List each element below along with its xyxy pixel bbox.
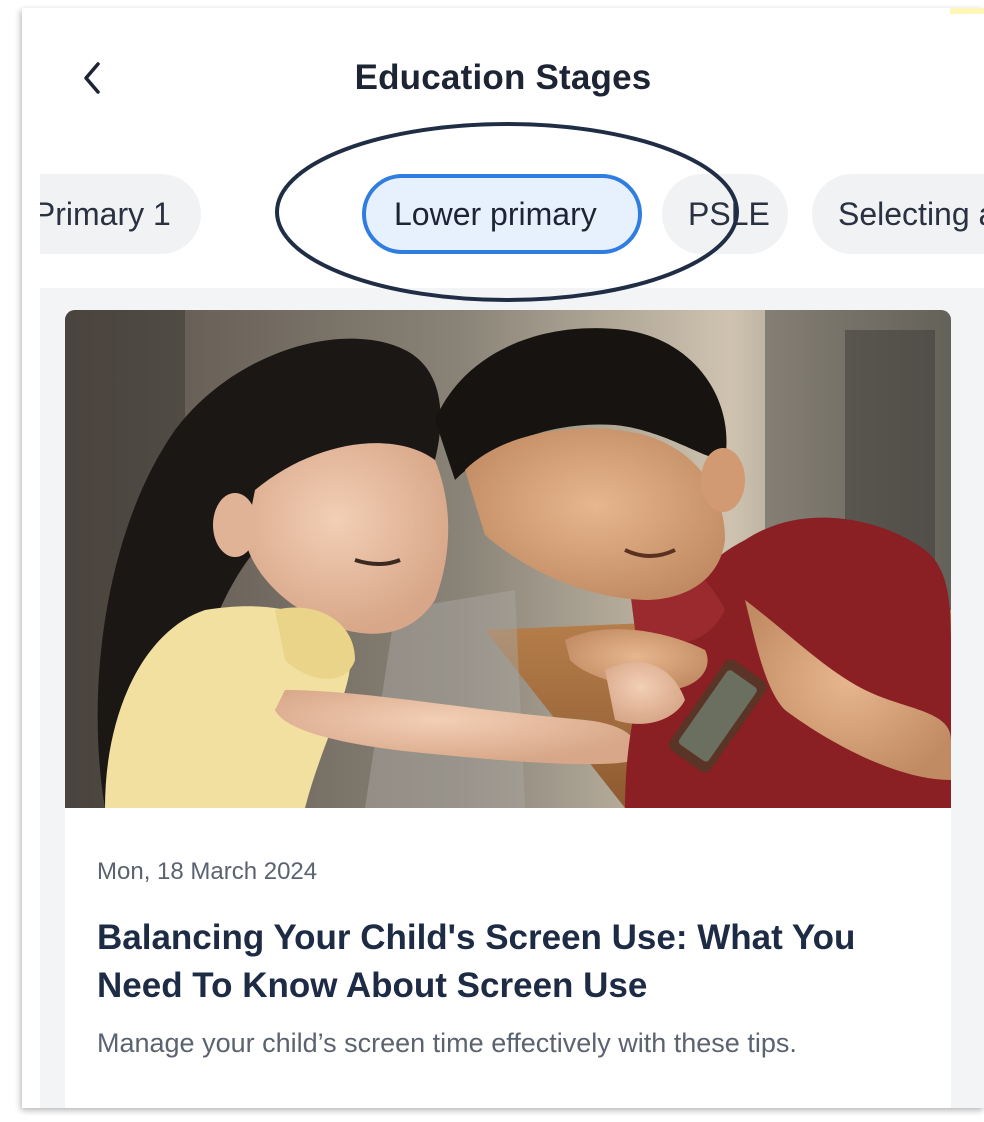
- article-description: Manage your child’s screen time effectiv…: [97, 1028, 797, 1058]
- tab-lower-primary[interactable]: Lower primary: [362, 174, 642, 254]
- header: Education Stages: [22, 8, 984, 158]
- tab-preparing-for-primary-1[interactable]: Preparing for Primary 1: [40, 174, 201, 254]
- article-title[interactable]: Balancing Your Child's Screen Use: What …: [97, 914, 917, 1010]
- app-screen: Education Stages Preparing for Primary 1…: [22, 8, 984, 1108]
- stage-tabs: Preparing for Primary 1 Lower primary PS…: [40, 168, 984, 260]
- article-image: [65, 310, 951, 808]
- tab-psle[interactable]: PSLE: [662, 174, 788, 254]
- article-date: Mon, 18 March 2024: [97, 858, 318, 885]
- page-title: Education Stages: [354, 58, 652, 97]
- article-feed: Mon, 18 March 2024 Balancing Your Child'…: [40, 288, 984, 1108]
- tab-selecting-secondary-school[interactable]: Selecting a secondary school: [812, 174, 984, 254]
- article-card[interactable]: Mon, 18 March 2024 Balancing Your Child'…: [65, 310, 951, 1108]
- children-phone-photo: [65, 310, 951, 808]
